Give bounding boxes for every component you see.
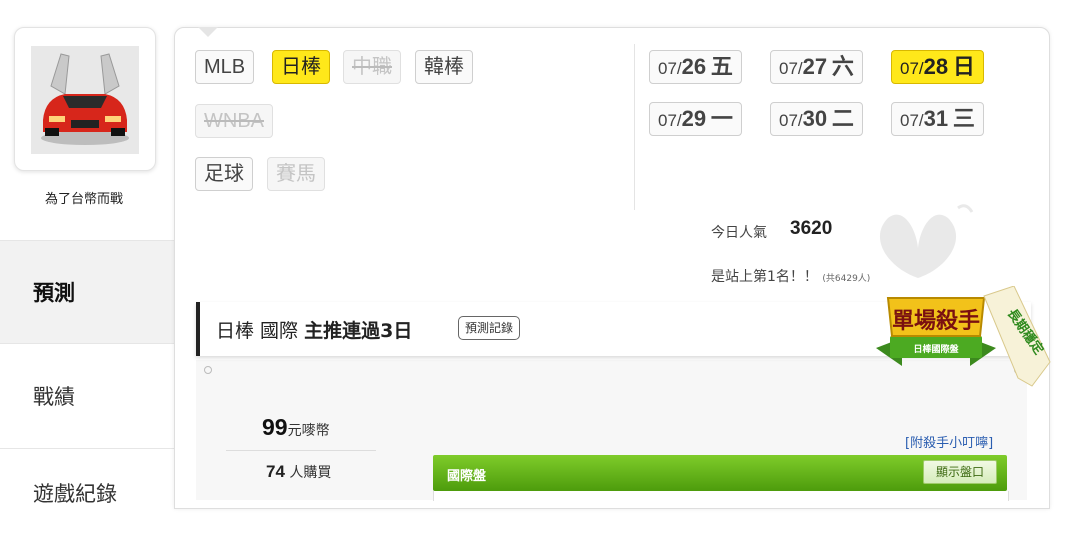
date-prefix: 07/	[658, 59, 682, 78]
date-0726-button[interactable]: 07/26 五	[649, 50, 742, 84]
sport-kbo-button[interactable]: 韓棒	[415, 50, 473, 84]
date-weekday: 六	[831, 54, 854, 79]
show-odds-button[interactable]: 顯示盤口	[922, 460, 997, 484]
divider	[634, 44, 635, 210]
avatar	[31, 46, 139, 154]
corner-dot	[204, 366, 212, 374]
price-separator	[226, 450, 376, 451]
market-label: 國際盤	[447, 469, 487, 484]
date-day: 31	[923, 106, 949, 131]
prediction-record-button[interactable]: 預測記錄	[458, 316, 521, 340]
date-prefix: 07/	[779, 59, 803, 78]
sport-horse-button: 賽馬	[267, 157, 325, 191]
prediction-title: 日棒 國際 主推連過3日	[216, 316, 412, 343]
tab-record[interactable]: 戰績	[0, 345, 174, 449]
date-0729-button[interactable]: 07/29 一	[649, 102, 742, 136]
date-prefix: 07/	[779, 111, 803, 130]
prediction-league: 日棒 國際	[216, 320, 299, 342]
sport-wnba-button: WNBA	[195, 104, 273, 138]
date-0731-button[interactable]: 07/31 三	[891, 102, 984, 136]
sport-soccer-button[interactable]: 足球	[195, 157, 253, 191]
date-day: 26	[681, 54, 707, 79]
sport-npb-button[interactable]: 日棒	[272, 50, 330, 84]
market-bar: 國際盤 顯示盤口	[433, 455, 1007, 491]
username: 為了台幣而戰	[44, 192, 123, 207]
price-unit: 元嘜幣	[287, 423, 330, 439]
date-weekday: 二	[831, 106, 854, 131]
tab-game-log[interactable]: 遊戲紀錄	[0, 450, 174, 510]
date-day: 30	[802, 106, 828, 131]
date-0730-button[interactable]: 07/30 二	[770, 102, 863, 136]
badge-title: 單場殺手	[892, 308, 980, 334]
rank-total: (共6429人)	[822, 274, 871, 284]
date-day: 27	[802, 54, 828, 79]
date-prefix: 07/	[658, 111, 682, 130]
price: 99元嘜幣	[262, 414, 330, 441]
red-sports-car-icon	[31, 46, 139, 154]
popularity-label: 今日人氣	[711, 225, 767, 241]
sport-mlb-button[interactable]: MLB	[195, 50, 255, 84]
tab-predict[interactable]: 預測	[0, 240, 174, 344]
badge-subtitle: 日棒國際盤	[913, 343, 959, 355]
butterfly-watermark-icon	[879, 204, 974, 278]
prediction-streak: 主推連過3日	[304, 320, 413, 342]
date-weekday: 五	[710, 54, 733, 79]
panel-notch	[198, 27, 218, 37]
date-weekday: 日	[952, 54, 975, 79]
price-value: 99	[262, 414, 288, 440]
date-0727-button[interactable]: 07/27 六	[770, 50, 863, 84]
killer-badge-icon: 單場殺手 日棒國際盤 長期穩定	[876, 286, 1051, 387]
popularity-value: 3620	[790, 218, 833, 239]
rank-text: 是站上第1名！！ (共6429人)	[711, 266, 870, 286]
date-prefix: 07/	[900, 59, 924, 78]
buyers-count: 74	[266, 462, 285, 481]
date-weekday: 一	[710, 106, 733, 131]
date-prefix: 07/	[900, 111, 924, 130]
sport-cpbl-button: 中職	[343, 50, 401, 84]
date-0728-button[interactable]: 07/28 日	[891, 50, 984, 84]
date-day: 29	[681, 106, 707, 131]
date-day: 28	[923, 54, 949, 79]
market-body	[433, 491, 1009, 501]
killer-tips-link[interactable]: [附殺手小叮嚀]	[905, 432, 993, 451]
date-weekday: 三	[952, 106, 975, 131]
buyers: 74 人購買	[266, 462, 331, 482]
buyers-unit: 人購買	[289, 465, 332, 481]
rank-label: 是站上第1名！！	[711, 269, 818, 285]
avatar-card[interactable]	[14, 27, 156, 171]
